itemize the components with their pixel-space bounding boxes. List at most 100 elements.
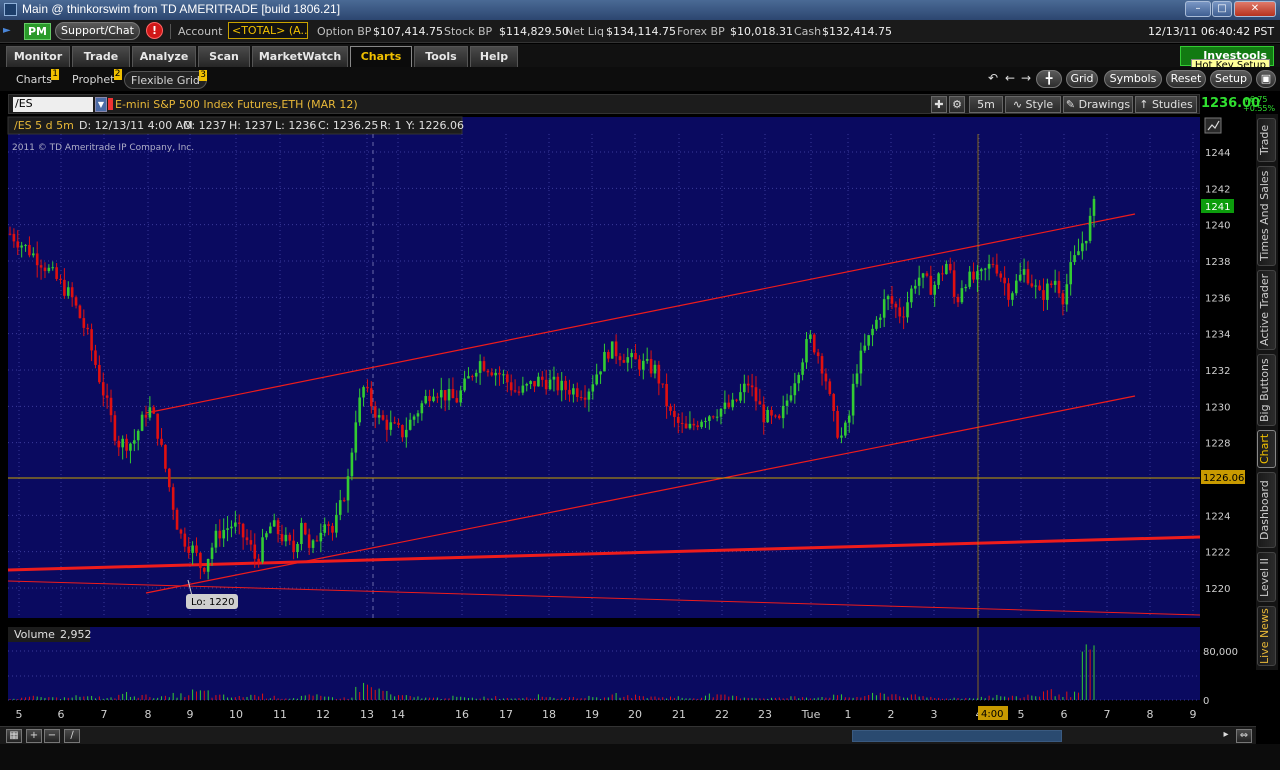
back-arrow-icon[interactable]: ← <box>1002 71 1018 87</box>
studies-button[interactable]: ↑ Studies <box>1135 96 1197 113</box>
reset-button[interactable]: Reset <box>1166 70 1206 88</box>
candle-body <box>319 532 323 542</box>
candle-body <box>276 520 280 535</box>
candle-body <box>272 520 276 527</box>
subtab-charts[interactable]: Charts 1 <box>10 69 59 89</box>
zoom-in-icon[interactable]: + <box>26 729 42 743</box>
expand-time-icon[interactable]: ⇔ <box>1236 729 1252 743</box>
pm-button[interactable]: PM <box>24 23 52 40</box>
candle-body <box>39 265 43 268</box>
close-button[interactable]: ✕ <box>1234 1 1276 17</box>
candle-body <box>32 253 35 256</box>
price-chart[interactable]: /ES 5 d 5m D: 12/13/11 4:00 AM O: 1237 H… <box>0 114 1256 726</box>
tab-trade[interactable]: Trade <box>72 46 130 67</box>
price-axis-label: 1230 <box>1205 402 1230 413</box>
candle-body <box>436 396 439 398</box>
candle-body <box>506 374 509 383</box>
info-high: H: 1237 <box>229 119 272 132</box>
subtab-prophet[interactable]: Prophet 2 <box>66 69 122 89</box>
candle-body <box>750 385 754 388</box>
sidebar-tab-trade[interactable]: Trade <box>1257 118 1276 162</box>
sidebar-tab-live-news[interactable]: Live News <box>1257 606 1276 666</box>
sidebar-tab-active-trader[interactable]: Active Trader <box>1257 270 1276 350</box>
grid-button[interactable]: Grid <box>1066 70 1098 88</box>
candle-body <box>346 476 350 501</box>
subtab-flexible-grid[interactable]: Flexible Grid 3 <box>124 70 207 89</box>
candle-body <box>187 546 191 553</box>
time-axis-label: 2 <box>888 708 895 721</box>
candle-body <box>478 361 482 373</box>
account-select[interactable]: <TOTAL> (A... <box>228 22 308 39</box>
zoom-out-icon[interactable]: − <box>44 729 60 743</box>
tab-scan[interactable]: Scan <box>198 46 250 67</box>
chart-scrollbar[interactable] <box>852 730 1062 742</box>
forward-arrow-icon[interactable]: → <box>1018 71 1034 87</box>
candle-body <box>1046 283 1049 300</box>
candle-body <box>16 241 20 248</box>
symbol-dropdown-icon[interactable]: ▼ <box>95 97 107 112</box>
minimize-button[interactable]: – <box>1185 1 1211 17</box>
tab-tools[interactable]: Tools <box>414 46 468 67</box>
time-axis-label: 7 <box>1104 708 1111 721</box>
draw-line-icon[interactable]: ∕ <box>64 729 80 743</box>
tab-marketwatch[interactable]: MarketWatch <box>252 46 348 67</box>
candle-body <box>296 543 299 553</box>
layout-icon[interactable]: ▣ <box>1256 70 1276 88</box>
candle-body <box>917 277 921 286</box>
setup-button[interactable]: Setup <box>1210 70 1252 88</box>
sidebar-tab-chart[interactable]: Chart <box>1257 430 1276 468</box>
alert-icon[interactable]: ! <box>146 22 163 39</box>
candle-body <box>148 407 152 418</box>
candle-body <box>354 422 358 453</box>
candle-body <box>692 423 696 426</box>
time-axis-label: 18 <box>542 708 556 721</box>
crosshair-icon[interactable]: ✚ <box>931 96 947 113</box>
sidebar-tab-dashboard[interactable]: Dashboard <box>1257 472 1276 548</box>
timeframe-button[interactable]: 5m <box>969 96 1003 113</box>
candle-body <box>603 352 606 372</box>
style-button[interactable]: ∿ Style <box>1005 96 1061 113</box>
sidebar-tab-times-and-sales[interactable]: Times And Sales <box>1257 166 1276 266</box>
sidebar-tab-big-buttons[interactable]: Big Buttons <box>1257 354 1276 426</box>
candle-body <box>797 374 801 384</box>
tab-monitor[interactable]: Monitor <box>6 46 70 67</box>
candle-body <box>59 278 62 280</box>
candle-body <box>90 329 93 351</box>
candle-body <box>486 370 490 373</box>
candle-body <box>1042 290 1045 300</box>
wrench-icon[interactable]: ⚙ <box>949 96 965 113</box>
support-chat-button[interactable]: Support/Chat <box>55 22 140 40</box>
candle-body <box>669 406 672 411</box>
time-axis-label: 17 <box>499 708 513 721</box>
sidebar-tab-level-ii[interactable]: Level II <box>1257 552 1276 602</box>
title-bar: Main @ thinkorswim from TD AMERITRADE [b… <box>0 0 1280 20</box>
candle-body <box>719 408 723 417</box>
tab-charts[interactable]: Charts <box>350 46 412 67</box>
candle-body <box>1049 283 1053 285</box>
scroll-right-icon[interactable]: ▸ <box>1218 729 1234 743</box>
candle-body <box>665 383 668 407</box>
tab-analyze[interactable]: Analyze <box>132 46 196 67</box>
symbol-input[interactable]: /ES <box>13 97 93 112</box>
candle-body <box>121 438 124 448</box>
candle-body <box>125 438 128 451</box>
grid-layout-icon[interactable]: ▦ <box>6 729 22 743</box>
sub-tab-bar: Charts 1 Prophet 2 Flexible Grid 3 ↶ ← →… <box>0 67 1280 91</box>
candle-body <box>548 379 552 390</box>
play-icon[interactable]: ► <box>3 25 11 36</box>
undo-icon[interactable]: ↶ <box>985 71 1001 87</box>
price-axis-label: 1232 <box>1205 366 1230 377</box>
candle-body <box>642 360 645 370</box>
candle-body <box>307 534 311 548</box>
candle-body <box>412 416 416 420</box>
candle-body <box>51 267 55 269</box>
link-icon[interactable]: ╋ <box>1036 70 1062 88</box>
candle-body <box>762 404 766 423</box>
candle-body <box>109 397 113 416</box>
drawings-button[interactable]: ✎ Drawings <box>1063 96 1133 113</box>
tab-help[interactable]: Help <box>470 46 518 67</box>
maximize-button[interactable]: □ <box>1212 1 1232 17</box>
candle-body <box>680 422 684 424</box>
symbols-button[interactable]: Symbols <box>1104 70 1162 88</box>
time-axis-label: 19 <box>585 708 599 721</box>
